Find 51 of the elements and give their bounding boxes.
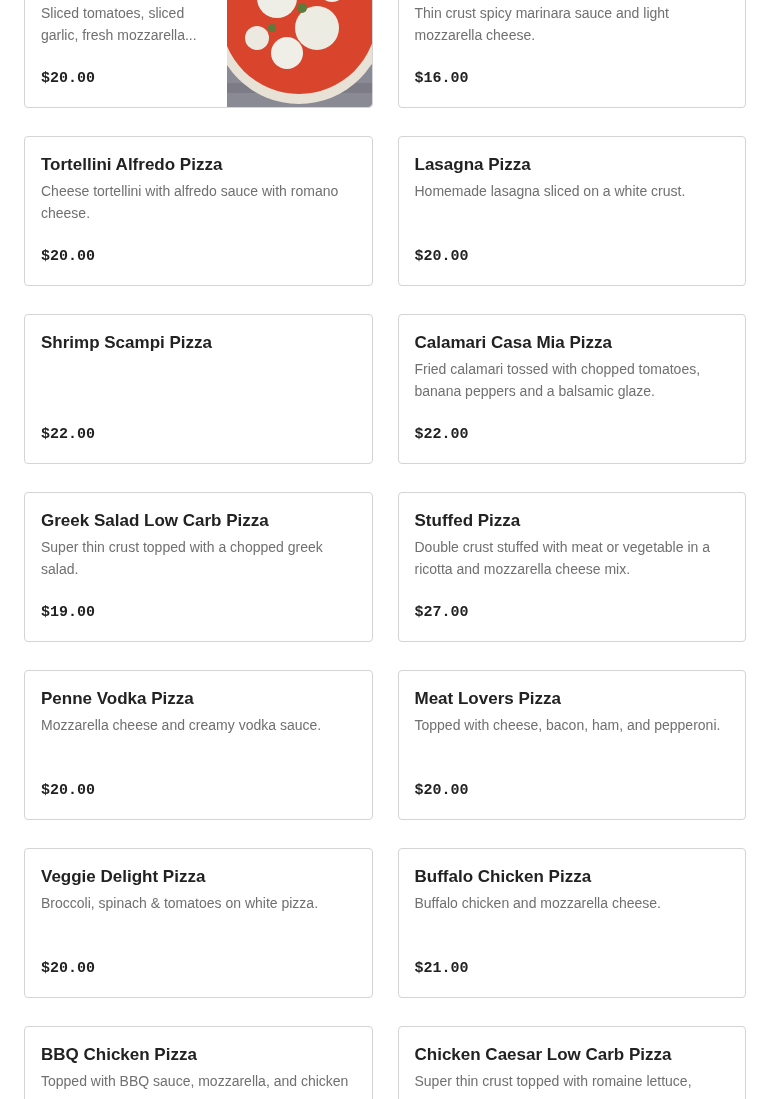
item-description: Super thin crust topped with romaine lettuce, [414,1072,693,1091]
item-price: $27.00 [414,602,469,623]
menu-item-card[interactable]: Stuffed Pizza Double crust stuffed with meat or vegetable in a ricotta and mozzarella cheese mix. $27.00 [397,492,746,642]
menu-item-card[interactable]: Tortellini Alfredo Pizza Cheese tortellini with alfredo sauce with romano cheese. $20.00 [24,136,373,286]
item-description: Topped with BBQ sauce, mozzarella, and chicken [41,1072,350,1091]
menu-item-card[interactable]: Greek Salad Low Carb Pizza Super thin crust topped with a chopped greek salad. $19.00 [24,492,373,642]
item-price: $19.00 [41,602,95,623]
item-name: Penne Vodka Pizza [41,688,194,710]
item-name: Tortellini Alfredo Pizza [41,154,223,176]
item-name: BBQ Chicken Pizza [41,1044,197,1066]
item-name: Calamari Casa Mia Pizza [414,332,612,354]
item-price: $20.00 [41,958,95,979]
item-description: Mozzarella cheese and creamy vodka sauce. [41,716,323,735]
item-description: Topped with cheese, bacon, ham, and pepperoni. [414,716,722,735]
item-name: Meat Lovers Pizza [414,688,561,710]
item-description: Broccoli, spinach & tomatoes on white pizza. [41,894,320,913]
item-description: Homemade lasagna sliced on a white crust. [414,182,687,201]
menu-item-card[interactable]: Lasagna Pizza Homemade lasagna sliced on a white crust. $20.00 [397,136,746,286]
menu-item-card[interactable]: BBQ Chicken Pizza Topped with BBQ sauce, mozzarella, and chicken [24,1026,373,1099]
item-description: Buffalo chicken and mozzarella cheese. [414,894,662,913]
item-name: Shrimp Scampi Pizza [41,332,212,354]
item-name: Stuffed Pizza [414,510,521,532]
item-description: Thin crust spicy marinara sauce and light mozzarella cheese. [414,4,670,45]
menu-item-card[interactable]: Penne Vodka Pizza Mozzarella cheese and creamy vodka sauce. $20.00 [24,670,373,820]
item-name: Buffalo Chicken Pizza [414,866,592,888]
item-price: $20.00 [414,780,469,801]
menu-item-card[interactable]: Shrimp Scampi Pizza $22.00 [24,314,373,464]
item-description: Cheese tortellini with alfredo sauce with romano cheese. [41,182,340,223]
menu-item-card[interactable]: Veggie Delight Pizza Broccoli, spinach & tomatoes on white pizza. $20.00 [24,848,373,998]
item-description: Double crust stuffed with meat or vegetable in a ricotta and mozzarella cheese mix. [414,538,711,579]
menu-item-card[interactable]: Buffalo Chicken Pizza Buffalo chicken and mozzarella cheese. $21.00 [397,848,746,998]
item-price: $16.00 [414,68,469,89]
menu-item-card[interactable]: Sliced tomatoes, sliced garlic, fresh mozzarella... $20.00 [24,0,373,108]
item-description: Fried calamari tossed with chopped tomatoes, banana peppers and a balsamic glaze. [414,360,702,401]
menu-item-card[interactable]: Chicken Caesar Low Carb Pizza Super thin crust topped with romaine lettuce, [397,1026,746,1099]
item-description: Sliced tomatoes, sliced garlic, fresh mozzarella... [41,4,198,45]
menu-item-card[interactable]: Meat Lovers Pizza Topped with cheese, bacon, ham, and pepperoni. $20.00 [397,670,746,820]
item-name: Lasagna Pizza [414,154,531,176]
item-price: $20.00 [41,780,95,801]
item-name: Veggie Delight Pizza [41,866,206,888]
item-price: $20.00 [414,246,469,267]
item-price: $20.00 [41,68,95,89]
item-name: Greek Salad Low Carb Pizza [41,510,269,532]
item-name: Chicken Caesar Low Carb Pizza [414,1044,672,1066]
item-price: $22.00 [414,424,469,445]
item-price: $20.00 [41,246,95,267]
item-price: $22.00 [41,424,95,445]
menu-item-card[interactable]: Calamari Casa Mia Pizza Fried calamari tossed with chopped tomatoes, banana peppers and a balsamic glaze. $22.00 [397,314,746,464]
menu-item-card[interactable]: Thin crust spicy marinara sauce and light mozzarella cheese. $16.00 [397,0,746,108]
item-description: Super thin crust topped with a chopped greek salad. [41,538,324,579]
item-price: $21.00 [414,958,469,979]
